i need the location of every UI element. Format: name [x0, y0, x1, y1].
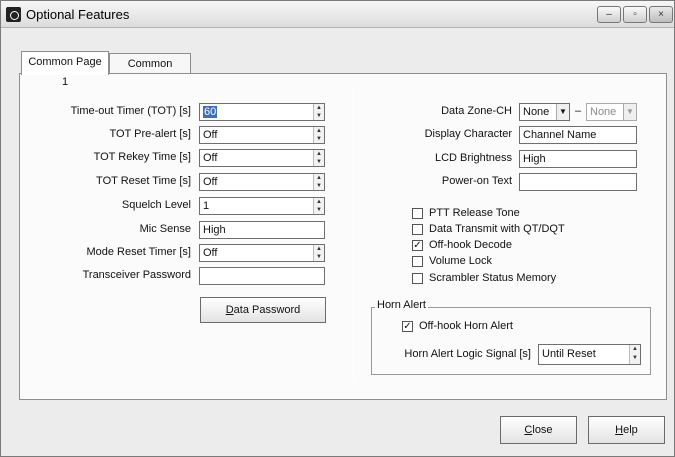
data-zone-value: None — [523, 106, 550, 118]
help-accel: H — [615, 424, 624, 436]
tot-rekey-spin-buttons[interactable]: ▲ ▼ — [313, 150, 324, 166]
optional-features-window: Optional Features – ▫ × Common Page 1 Co… — [0, 0, 675, 457]
transceiver-password-input[interactable] — [199, 267, 325, 285]
spin-up-icon: ▲ — [316, 128, 322, 134]
horn-alert-logic-spin-buttons[interactable]: ▲ ▼ — [629, 345, 640, 364]
squelch-level-spin-buttons[interactable]: ▲ ▼ — [313, 198, 324, 214]
tot-prealert-spinner[interactable]: Off ▲ ▼ — [199, 126, 325, 144]
tot-prealert-value: Off — [203, 129, 218, 141]
data-zone-select[interactable]: None ▼ — [519, 103, 570, 121]
tot-prealert-spin-buttons[interactable]: ▲ ▼ — [313, 127, 324, 143]
tot-spin-buttons[interactable]: ▲ ▼ — [313, 104, 324, 120]
window-title: Optional Features — [26, 7, 130, 22]
checkmark-icon: ✓ — [413, 240, 422, 251]
volume-lock-label: Volume Lock — [429, 255, 492, 267]
tot-reset-spin-buttons[interactable]: ▲ ▼ — [313, 174, 324, 190]
tot-rekey-value: Off — [203, 152, 218, 164]
squelch-level-label: Squelch Level — [121, 199, 191, 211]
lcd-brightness-field[interactable]: High — [519, 150, 637, 168]
tot-prealert-label: TOT Pre-alert [s] — [109, 128, 191, 140]
horn-alert-logic-value: Until Reset — [542, 348, 596, 360]
maximize-icon: ▫ — [633, 9, 637, 20]
lcd-brightness-label: LCD Brightness — [434, 152, 512, 164]
data-password-button[interactable]: Data Password — [200, 297, 326, 323]
transceiver-password-label: Transceiver Password — [82, 269, 191, 281]
tot-reset-spinner[interactable]: Off ▲ ▼ — [199, 173, 325, 191]
maximize-button[interactable]: ▫ — [623, 6, 647, 23]
mode-reset-timer-spin-buttons[interactable]: ▲ ▼ — [313, 245, 324, 261]
chevron-down-icon[interactable]: ▼ — [556, 104, 569, 120]
spin-up-icon: ▲ — [316, 199, 322, 205]
spin-up-icon: ▲ — [316, 246, 322, 252]
mic-sense-value: High — [203, 224, 226, 236]
spin-up-icon: ▲ — [632, 346, 638, 352]
data-transmit-qt-label: Data Transmit with QT/DQT — [429, 223, 565, 235]
mode-reset-timer-value: Off — [203, 247, 218, 259]
help-label: elp — [623, 424, 638, 436]
data-ch-select[interactable]: None ▼ — [586, 103, 637, 121]
tot-reset-value: Off — [203, 176, 218, 188]
tab-common-page-1[interactable]: Common Page 1 — [21, 51, 109, 88]
minimize-button[interactable]: – — [597, 6, 621, 23]
close-icon: × — [658, 9, 664, 20]
ptt-release-tone-label: PTT Release Tone — [429, 207, 520, 219]
power-on-text-input[interactable] — [519, 173, 637, 191]
off-hook-decode-checkbox[interactable]: ✓ — [412, 240, 423, 251]
data-ch-value: None — [590, 106, 617, 118]
checkmark-icon: ✓ — [403, 321, 412, 332]
off-hook-horn-alert-label: Off-hook Horn Alert — [419, 320, 513, 332]
data-zone-ch-label: Data Zone-CH — [441, 105, 512, 117]
tab-common-page-2[interactable]: Common Page 2 — [109, 53, 191, 90]
off-hook-horn-alert-checkbox[interactable]: ✓ — [402, 321, 413, 332]
mic-sense-label: Mic Sense — [139, 223, 191, 235]
minimize-icon: – — [606, 9, 612, 20]
tot-spinner[interactable]: 60 ▲ ▼ — [199, 103, 325, 121]
tot-label: Time-out Timer (TOT) [s] — [70, 105, 191, 117]
close-label: lose — [532, 424, 553, 436]
data-password-label: ata Password — [233, 304, 301, 316]
lcd-brightness-value: High — [523, 153, 546, 165]
power-on-text-label: Power-on Text — [441, 175, 512, 187]
mode-reset-timer-spinner[interactable]: Off ▲ ▼ — [199, 244, 325, 262]
range-dash: – — [575, 105, 582, 117]
spin-up-icon: ▲ — [316, 151, 322, 157]
spin-down-icon: ▼ — [316, 254, 322, 260]
tot-rekey-spinner[interactable]: Off ▲ ▼ — [199, 149, 325, 167]
scrambler-status-memory-checkbox[interactable] — [412, 273, 423, 284]
display-character-field[interactable]: Channel Name — [519, 126, 637, 144]
squelch-level-spinner[interactable]: 1 ▲ ▼ — [199, 197, 325, 215]
spin-up-icon: ▲ — [316, 175, 322, 181]
close-window-button[interactable]: × — [649, 6, 673, 23]
data-password-accel: D — [225, 304, 234, 316]
spin-up-icon: ▲ — [316, 105, 322, 111]
spin-down-icon: ▼ — [316, 183, 322, 189]
horn-alert-title: Horn Alert — [375, 299, 428, 311]
title-bar[interactable]: Optional Features – ▫ × — [1, 1, 674, 28]
data-transmit-qt-checkbox[interactable] — [412, 224, 423, 235]
spin-down-icon: ▼ — [632, 355, 638, 361]
spin-down-icon: ▼ — [316, 207, 322, 213]
column-divider — [353, 89, 354, 381]
display-character-value: Channel Name — [523, 129, 597, 141]
horn-alert-logic-label: Horn Alert Logic Signal [s] — [404, 348, 531, 360]
volume-lock-checkbox[interactable] — [412, 256, 423, 267]
squelch-level-value: 1 — [203, 200, 210, 212]
display-character-label: Display Character — [424, 128, 512, 140]
spin-down-icon: ▼ — [316, 159, 322, 165]
tot-value: 60 — [203, 106, 218, 118]
tot-reset-label: TOT Reset Time [s] — [96, 175, 191, 187]
tot-rekey-label: TOT Rekey Time [s] — [93, 151, 191, 163]
horn-alert-logic-spinner[interactable]: Until Reset ▲ ▼ — [538, 344, 641, 365]
spin-down-icon: ▼ — [316, 113, 322, 119]
app-icon — [6, 7, 21, 22]
off-hook-decode-label: Off-hook Decode — [429, 239, 512, 251]
mode-reset-timer-label: Mode Reset Timer [s] — [86, 246, 191, 258]
spin-down-icon: ▼ — [316, 136, 322, 142]
help-button[interactable]: Help — [588, 416, 665, 444]
ptt-release-tone-checkbox[interactable] — [412, 208, 423, 219]
chevron-down-icon[interactable]: ▼ — [623, 104, 636, 120]
mic-sense-field[interactable]: High — [199, 221, 325, 239]
close-button[interactable]: Close — [500, 416, 577, 444]
scrambler-status-memory-label: Scrambler Status Memory — [429, 272, 557, 284]
